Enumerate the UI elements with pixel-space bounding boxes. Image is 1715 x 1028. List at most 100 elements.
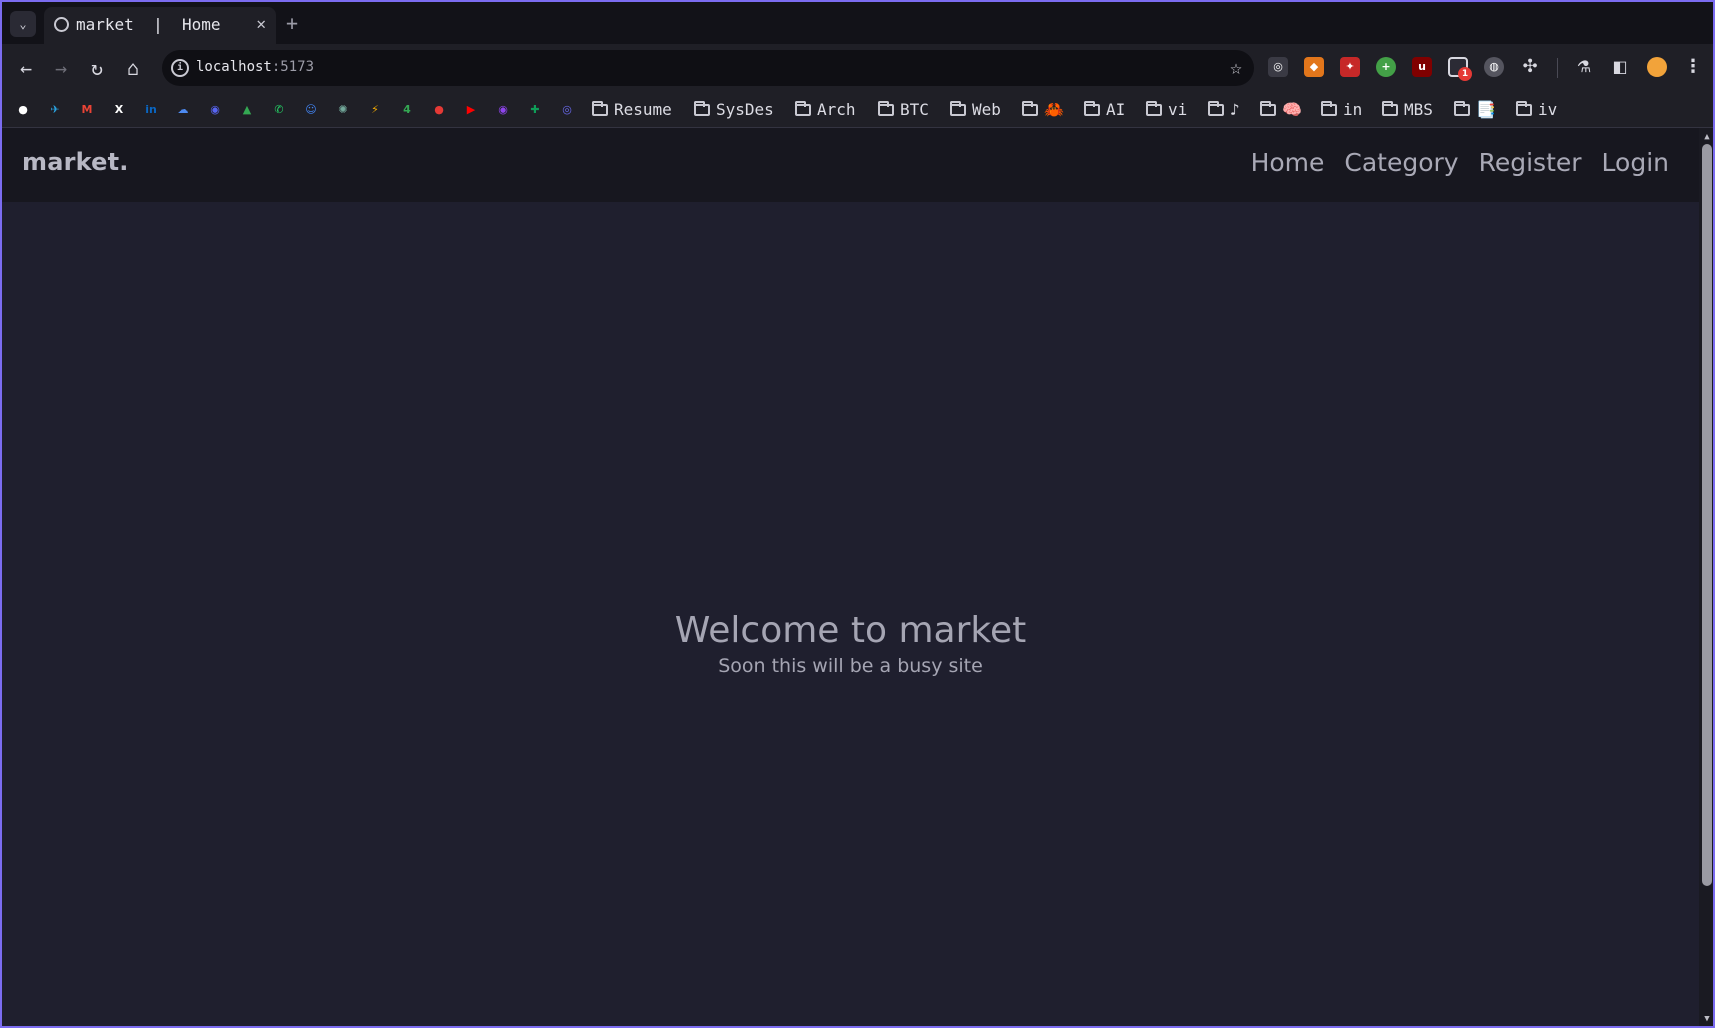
bookmark-folder-label: Web — [972, 100, 1001, 119]
bookmark-folder-label: vi — [1168, 100, 1188, 119]
bookmark-four-icon[interactable]: 4 — [398, 101, 416, 119]
bookmark-x-icon[interactable]: X — [110, 101, 128, 119]
bookmark-folder-label: AI — [1106, 100, 1126, 119]
bookmark-proton-icon[interactable]: ◉ — [494, 101, 512, 119]
browser-window: ⌄ market | Home ✕ + ← → ↻ ⌂ i localhost:… — [0, 0, 1715, 1028]
site-brand-logo[interactable]: market. — [22, 148, 129, 176]
bookmark-folder[interactable]: MBS — [1382, 100, 1433, 122]
bookmark-folder[interactable]: BTC — [878, 100, 929, 122]
scroll-down-arrow-icon[interactable]: ▼ — [1699, 1012, 1713, 1026]
home-button[interactable]: ⌂ — [121, 56, 145, 80]
extensions-puzzle-icon[interactable]: ✣ — [1520, 57, 1540, 77]
bookmark-telegram-icon[interactable]: ✈ — [46, 101, 64, 119]
folder-icon — [1516, 101, 1532, 116]
nav-link-register[interactable]: Register — [1479, 148, 1582, 177]
bookmark-folder[interactable]: Resume — [592, 100, 672, 122]
folder-icon — [795, 101, 811, 116]
url-port: :5173 — [271, 59, 315, 75]
bookmark-contacts-icon[interactable]: ☺ — [302, 101, 320, 119]
bookmark-gmail-icon[interactable]: M — [78, 101, 96, 119]
bookmark-folder[interactable]: iv — [1516, 100, 1557, 122]
nav-link-home[interactable]: Home — [1251, 148, 1325, 177]
bookmark-chatgpt-icon[interactable]: ✺ — [334, 101, 352, 119]
bookmark-folder[interactable]: 🧠 — [1260, 100, 1302, 122]
bookmark-folder-label: BTC — [900, 100, 929, 119]
folder-icon — [950, 101, 966, 116]
bookmark-folder[interactable]: Arch — [795, 100, 856, 122]
bookmark-folder-label: in — [1343, 100, 1363, 119]
profile-avatar[interactable] — [1647, 57, 1667, 77]
tab-strip: ⌄ market | Home ✕ + — [2, 2, 1713, 44]
bookmark-folder-label: SysDes — [716, 100, 774, 119]
extension-globe-icon[interactable]: ◍ — [1484, 57, 1504, 77]
new-tab-button[interactable]: + — [286, 11, 298, 35]
bookmark-folder[interactable]: 🦀 — [1022, 100, 1064, 122]
page-viewport: market. Home Category Register Login Wel… — [2, 128, 1699, 1026]
bookmark-linkedin-icon[interactable]: in — [142, 101, 160, 119]
folder-icon — [1260, 101, 1276, 116]
folder-icon — [1382, 101, 1398, 116]
folder-icon — [878, 101, 894, 116]
bookmark-github-icon[interactable]: ● — [14, 101, 32, 119]
nav-link-login[interactable]: Login — [1602, 148, 1669, 177]
bookmark-todoist-icon[interactable]: ● — [430, 101, 448, 119]
extension-ublock-icon[interactable]: u — [1412, 57, 1432, 77]
address-bar[interactable]: i localhost:5173 ☆ — [162, 50, 1254, 86]
toolbar-separator — [1557, 58, 1558, 78]
tab-list-button[interactable]: ⌄ — [10, 11, 36, 37]
folder-icon — [592, 101, 608, 116]
bookmark-folder-label: 🦀 — [1044, 100, 1064, 119]
folder-icon — [1022, 101, 1038, 116]
bookmark-folder[interactable]: SysDes — [694, 100, 774, 122]
back-button[interactable]: ← — [14, 56, 38, 80]
bookmark-folder[interactable]: AI — [1084, 100, 1125, 122]
bookmark-whatsapp-icon[interactable]: ✆ — [270, 101, 288, 119]
hero-section: Welcome to market Soon this will be a bu… — [2, 610, 1699, 677]
bookmark-youtube-icon[interactable]: ▶ — [462, 101, 480, 119]
extension-metamask-icon[interactable]: ◆ — [1304, 57, 1324, 77]
tab-title: market | Home — [76, 15, 221, 34]
extension-notify-icon[interactable]: 1 — [1448, 57, 1472, 81]
bookmark-star-icon[interactable]: ☆ — [1230, 55, 1242, 79]
extension-badge: 1 — [1458, 67, 1472, 81]
extension-red-icon[interactable]: ✦ — [1340, 57, 1360, 77]
hero-title: Welcome to market — [674, 610, 1027, 651]
url-text[interactable]: localhost:5173 — [196, 59, 314, 75]
bookmark-folder-label: iv — [1538, 100, 1558, 119]
bookmark-folder-label: Resume — [614, 100, 672, 119]
bookmark-lightning-icon[interactable]: ⚡ — [366, 101, 384, 119]
tab-market-home[interactable]: market | Home ✕ — [44, 7, 276, 44]
bookmark-drive-icon[interactable]: ▲ — [238, 101, 256, 119]
nav-link-category[interactable]: Category — [1344, 148, 1458, 177]
folder-icon — [1146, 101, 1162, 116]
site-info-icon[interactable]: i — [171, 59, 189, 77]
scroll-thumb[interactable] — [1702, 144, 1712, 886]
bookmark-folder[interactable]: in — [1321, 100, 1362, 122]
hero-subtitle: Soon this will be a busy site — [718, 655, 983, 677]
page-scrollbar[interactable]: ▲ ▼ — [1699, 128, 1713, 1026]
scroll-up-arrow-icon[interactable]: ▲ — [1699, 130, 1713, 144]
bookmark-folder-label: ♪ — [1230, 100, 1240, 119]
side-panel-icon[interactable]: ◧ — [1610, 57, 1630, 77]
bookmarks-bar: ● ✈ M Xin ☁ ◉ ▲ ✆ ☺ ✺ ⚡ 4 ● ▶ ◉ ✚ ◎ Resume SysDes Arch BTC We… — [2, 94, 1713, 128]
folder-icon — [1321, 101, 1337, 116]
site-nav-links: Home Category Register Login — [1251, 148, 1669, 177]
bookmark-folder[interactable]: vi — [1146, 100, 1187, 122]
extension-spy-icon[interactable]: ◎ — [1268, 57, 1288, 77]
bookmark-sheets-icon[interactable]: ✚ — [526, 101, 544, 119]
reload-button[interactable]: ↻ — [85, 56, 109, 80]
folder-icon — [1208, 101, 1224, 116]
bookmark-folder[interactable]: 📑 — [1454, 100, 1496, 122]
folder-icon — [694, 101, 710, 116]
labs-flask-icon[interactable]: ⚗ — [1574, 57, 1594, 77]
browser-menu-icon[interactable]: ⋮ — [1683, 57, 1703, 77]
bookmark-folder[interactable]: Web — [950, 100, 1001, 122]
extension-plus-icon[interactable]: + — [1376, 57, 1396, 77]
bookmark-discord-icon[interactable]: ◉ — [206, 101, 224, 119]
bookmark-cloud-icon[interactable]: ☁ — [174, 101, 192, 119]
bookmark-spiral-icon[interactable]: ◎ — [558, 101, 576, 119]
forward-button[interactable]: → — [49, 56, 73, 80]
folder-icon — [1084, 101, 1100, 116]
bookmark-folder[interactable]: ♪ — [1208, 100, 1240, 122]
close-tab-icon[interactable]: ✕ — [256, 14, 266, 33]
